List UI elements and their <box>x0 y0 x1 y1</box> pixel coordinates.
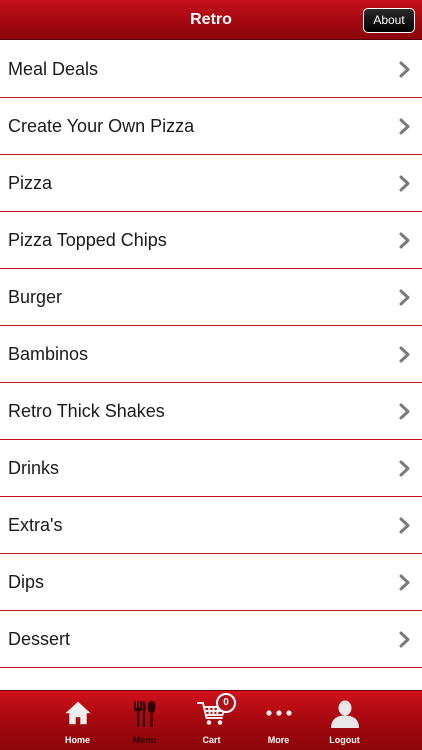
list-item-label: Dips <box>8 572 45 592</box>
navigation-bar: Retro About <box>0 0 422 40</box>
tab-menu[interactable]: Menu <box>111 691 178 750</box>
user-icon <box>330 700 359 728</box>
list-item-label: Dessert <box>8 629 71 649</box>
chevron-right-icon <box>399 175 410 192</box>
chevron-right-icon <box>399 232 410 249</box>
chevron-right-icon <box>399 118 410 135</box>
chevron-right-icon <box>399 574 410 591</box>
list-item[interactable]: Drinks <box>0 440 422 497</box>
list-item[interactable]: Dessert <box>0 611 422 668</box>
tab-label: Cart <box>202 735 221 745</box>
list-item[interactable]: Dips <box>0 554 422 611</box>
chevron-right-icon <box>399 289 410 306</box>
list-item[interactable]: Retro Thick Shakes <box>0 383 422 440</box>
list-item[interactable]: Meal Deals <box>0 41 422 98</box>
cutlery-icon <box>133 701 155 727</box>
home-icon <box>64 701 91 725</box>
list-item-label: Create Your Own Pizza <box>8 116 195 136</box>
cart-count-badge: 0 <box>216 693 236 713</box>
tab-home[interactable]: Home <box>44 691 111 750</box>
menu-category-list: Meal Deals Create Your Own Pizza Pizza P… <box>0 41 422 668</box>
tab-label: Logout <box>329 735 360 745</box>
chevron-right-icon <box>399 346 410 363</box>
list-item-label: Burger <box>8 287 63 307</box>
list-item-label: Pizza <box>8 173 53 193</box>
list-item-label: Retro Thick Shakes <box>8 401 165 421</box>
list-item-label: Extra's <box>8 515 63 535</box>
page-title: Retro <box>190 11 232 28</box>
more-icon <box>265 710 292 716</box>
chevron-right-icon <box>399 517 410 534</box>
tab-logout[interactable]: Logout <box>311 691 378 750</box>
chevron-right-icon <box>399 61 410 78</box>
list-item[interactable]: Pizza Topped Chips <box>0 212 422 269</box>
list-item-label: Meal Deals <box>8 59 99 79</box>
list-item[interactable]: Extra's <box>0 497 422 554</box>
tab-more[interactable]: More <box>245 691 312 750</box>
tab-label: More <box>267 735 290 745</box>
tab-bar: Home Menu 0 Cart More Logout <box>0 690 422 750</box>
tab-cart[interactable]: 0 Cart <box>178 691 245 750</box>
list-item[interactable]: Burger <box>0 269 422 326</box>
list-item[interactable]: Create Your Own Pizza <box>0 98 422 155</box>
chevron-right-icon <box>399 403 410 420</box>
chevron-right-icon <box>399 460 410 477</box>
list-item[interactable]: Bambinos <box>0 326 422 383</box>
about-button[interactable]: About <box>363 8 415 33</box>
app-screen: Retro About Meal Deals Create Your Own P… <box>0 0 422 750</box>
chevron-right-icon <box>399 631 410 648</box>
list-item-label: Pizza Topped Chips <box>8 230 167 250</box>
list-item[interactable]: Pizza <box>0 155 422 212</box>
tab-label: Menu <box>132 735 157 745</box>
list-item-label: Bambinos <box>8 344 89 364</box>
tab-label: Home <box>64 735 90 745</box>
list-item-label: Drinks <box>8 458 60 478</box>
